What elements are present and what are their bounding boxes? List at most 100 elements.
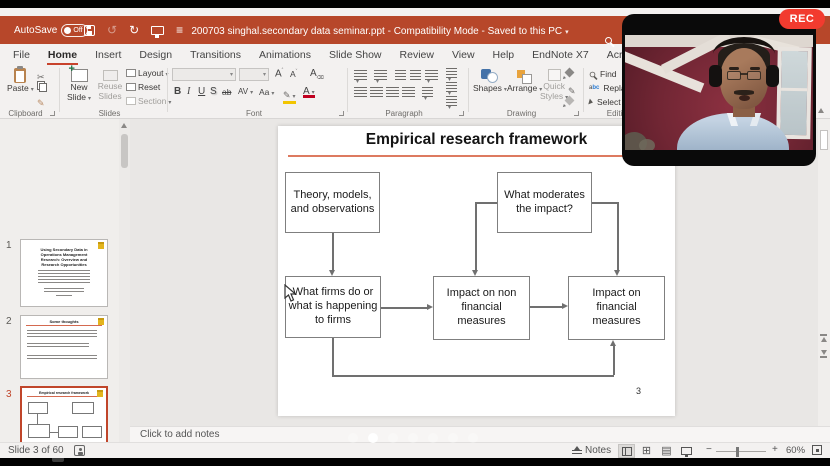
strikethrough-button[interactable]: ab <box>222 87 231 97</box>
align-right-icon[interactable] <box>386 87 399 97</box>
progress-dot[interactable] <box>468 433 478 443</box>
search-icon[interactable] <box>605 37 612 44</box>
convert-smartart-icon[interactable] <box>446 96 457 106</box>
tab-help[interactable]: Help <box>484 44 524 65</box>
columns-icon[interactable] <box>422 87 433 97</box>
autosave-toggle[interactable]: AutoSave Off <box>14 24 88 37</box>
align-left-icon[interactable] <box>354 87 367 97</box>
progress-dot[interactable] <box>388 433 398 443</box>
bullets-icon[interactable] <box>354 70 367 80</box>
text-direction-icon[interactable] <box>446 68 457 78</box>
underline-button[interactable]: U <box>198 86 205 97</box>
change-case-button[interactable]: Aa <box>259 87 274 97</box>
document-title[interactable]: 200703 singhal.secondary data seminar.pp… <box>120 26 640 37</box>
accessibility-icon[interactable] <box>74 445 85 456</box>
zoom-slider-thumb[interactable] <box>736 447 739 457</box>
undo-icon[interactable]: ↺ <box>107 23 117 37</box>
slide-sorter-view-button[interactable]: ⊞ <box>638 444 655 458</box>
tab-design[interactable]: Design <box>130 44 181 65</box>
quick-styles-button[interactable]: Quick Styles <box>540 69 568 101</box>
thumbnail-scrollbar-thumb[interactable] <box>121 134 128 168</box>
text-shadow-button[interactable]: S <box>210 86 217 97</box>
align-text-icon[interactable] <box>446 82 457 92</box>
reading-view-button[interactable]: ▤ <box>658 444 675 458</box>
font-dialog-launcher[interactable] <box>339 111 344 116</box>
clear-formatting-button[interactable]: A⌫ <box>310 68 324 81</box>
thumbnail-slide-3-selected[interactable]: Empirical research framework <box>20 386 108 442</box>
thumbnail-slide-2[interactable]: Some thoughts <box>20 315 108 379</box>
flowchart-box-theory[interactable]: Theory, models, and observations <box>285 172 380 233</box>
section-button[interactable]: Section <box>126 96 171 106</box>
slideshow-view-button[interactable] <box>678 444 695 458</box>
normal-view-button[interactable] <box>618 444 635 458</box>
collapse-ribbon-icon[interactable] <box>818 108 824 113</box>
progress-dot[interactable] <box>448 433 458 443</box>
slide-title[interactable]: Empirical research framework <box>278 131 675 149</box>
zoom-in-button[interactable]: + <box>772 444 778 455</box>
slide-scrollbar-thumb[interactable] <box>820 130 828 150</box>
justify-icon[interactable] <box>402 87 415 97</box>
select-button[interactable]: Select <box>589 97 621 107</box>
new-slide-button[interactable]: New Slide <box>64 69 94 102</box>
align-center-icon[interactable] <box>370 87 383 97</box>
copy-icon[interactable] <box>37 81 45 90</box>
tab-animations[interactable]: Animations <box>250 44 320 65</box>
progress-dot[interactable] <box>348 433 358 443</box>
reset-button[interactable]: Reset <box>126 82 160 92</box>
progress-dot-active[interactable] <box>368 433 378 443</box>
grow-font-button[interactable]: Aˆ <box>275 68 283 79</box>
flowchart-box-moderates[interactable]: What moderates the impact? <box>497 172 592 233</box>
flowchart-box-financial[interactable]: Impact on financial measures <box>568 276 665 340</box>
numbering-icon[interactable] <box>374 70 387 80</box>
line-spacing-icon[interactable] <box>425 70 438 80</box>
font-size-combo[interactable] <box>239 68 269 81</box>
find-button[interactable]: Find <box>589 69 617 79</box>
progress-dot[interactable] <box>408 433 418 443</box>
notes-placeholder[interactable]: Click to add notes <box>140 429 220 440</box>
decrease-indent-icon[interactable] <box>395 70 406 80</box>
tab-review[interactable]: Review <box>391 44 443 65</box>
shapes-button[interactable]: Shapes <box>473 69 507 93</box>
notes-toggle-button[interactable]: Notes <box>572 445 611 456</box>
person-mustache <box>734 90 754 95</box>
reuse-slides-button[interactable]: Reuse Slides <box>96 70 124 101</box>
zoom-out-button[interactable]: − <box>706 444 712 455</box>
slide-scrollbar[interactable] <box>818 119 830 442</box>
player-progress-dots[interactable] <box>348 433 478 443</box>
paste-button[interactable]: Paste <box>7 68 34 93</box>
thumbnail-slide-1[interactable]: Using Secondary Data in Operations Manag… <box>20 239 108 307</box>
font-color-button[interactable]: A <box>303 86 315 97</box>
clipboard-dialog-launcher[interactable] <box>50 111 55 116</box>
progress-dot[interactable] <box>428 433 438 443</box>
font-name-combo[interactable] <box>172 68 236 81</box>
tab-endnote[interactable]: EndNote X7 <box>523 44 598 65</box>
paragraph-dialog-launcher[interactable] <box>459 111 464 116</box>
tab-transitions[interactable]: Transitions <box>181 44 250 65</box>
bold-button[interactable]: B <box>174 86 181 97</box>
zoom-slider[interactable] <box>716 451 766 452</box>
previous-slide-button[interactable] <box>820 334 827 342</box>
slide-canvas[interactable]: Empirical research framework Theory, mod… <box>278 126 675 416</box>
save-icon[interactable] <box>84 25 95 36</box>
flowchart-box-nonfinancial[interactable]: Impact on non financial measures <box>433 276 530 340</box>
layout-button[interactable]: Layout <box>126 68 169 78</box>
scroll-up-icon[interactable] <box>121 123 127 128</box>
increase-indent-icon[interactable] <box>410 70 421 80</box>
drawing-dialog-launcher[interactable] <box>574 111 579 116</box>
zoom-level[interactable]: 60% <box>786 445 805 456</box>
tab-insert[interactable]: Insert <box>86 44 130 65</box>
notes-pane[interactable]: Click to add notes <box>130 426 830 442</box>
italic-button[interactable]: I <box>187 86 190 97</box>
tab-slide-show[interactable]: Slide Show <box>320 44 391 65</box>
tab-home[interactable]: Home <box>39 44 86 65</box>
tab-file[interactable]: File <box>4 44 39 65</box>
next-slide-button[interactable] <box>820 350 827 358</box>
character-spacing-button[interactable]: AV <box>238 87 253 96</box>
highlight-color-button[interactable] <box>283 85 296 103</box>
fit-to-window-icon[interactable] <box>812 445 822 455</box>
arrange-button[interactable]: Arrange <box>507 69 542 93</box>
tab-view[interactable]: View <box>443 44 484 65</box>
shrink-font-button[interactable]: Aˇ <box>290 69 297 79</box>
shape-fill-icon[interactable] <box>565 68 575 78</box>
flowchart-box-firms[interactable]: What firms do or what is happening to fi… <box>285 276 381 338</box>
